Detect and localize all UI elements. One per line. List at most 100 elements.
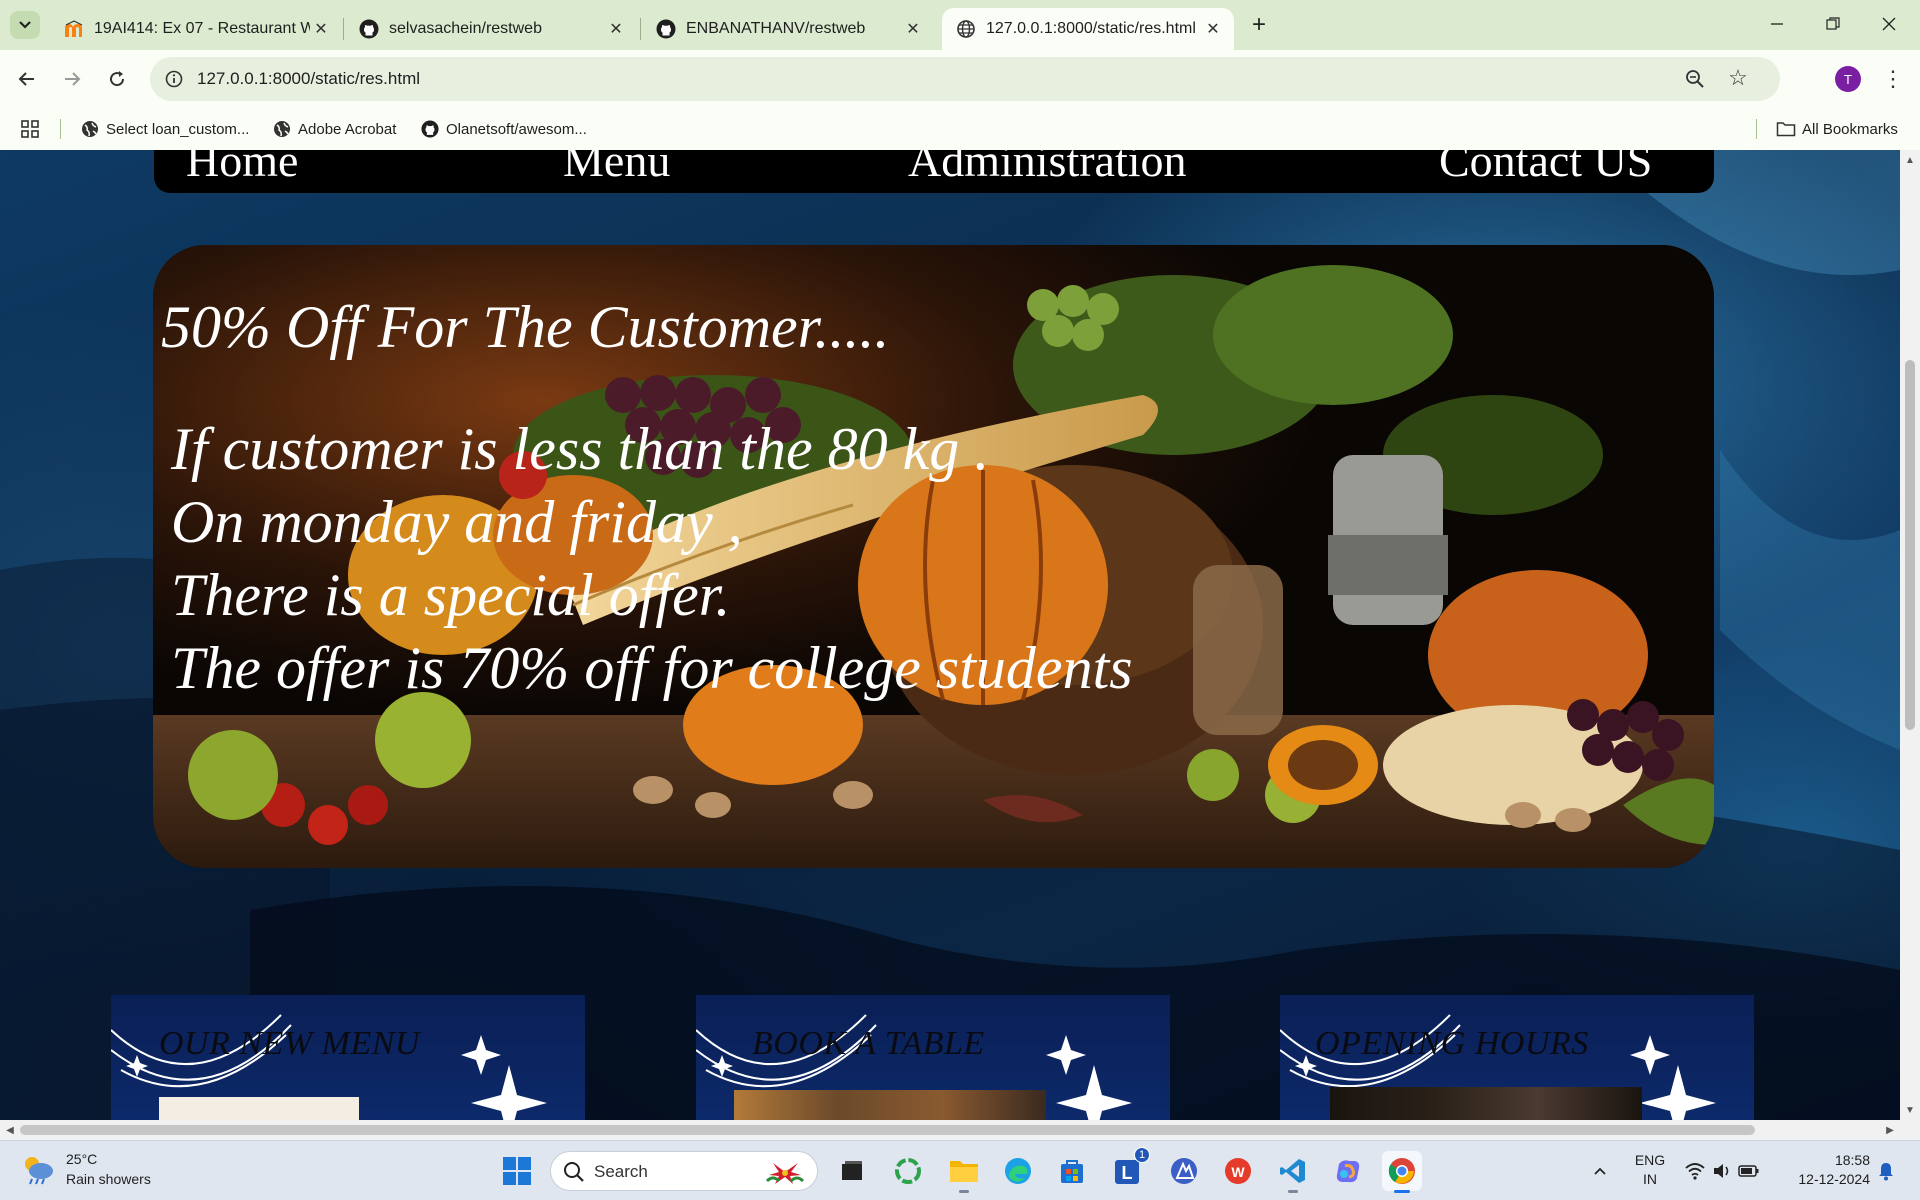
tab-selvasachein[interactable]: selvasachein/restweb ✕: [345, 8, 637, 50]
taskbar-search[interactable]: Search: [550, 1151, 818, 1191]
wifi-icon: [1685, 1163, 1705, 1180]
poinsettia-icon: [765, 1163, 805, 1184]
bookmark-label: Select loan_custom...: [106, 120, 250, 138]
nav-link-home[interactable]: Home: [186, 150, 298, 184]
language-indicator[interactable]: ENG IN: [1628, 1151, 1672, 1189]
close-icon[interactable]: ✕: [1202, 18, 1224, 40]
folder-icon: [950, 1161, 978, 1182]
taskbar-file-explorer[interactable]: [944, 1151, 984, 1193]
all-bookmarks-button[interactable]: All Bookmarks: [1776, 115, 1898, 143]
zoom-icon[interactable]: [1682, 66, 1708, 92]
bell-icon: [1879, 1163, 1893, 1181]
scroll-right-arrow-icon[interactable]: ▶: [1884, 1124, 1896, 1136]
reload-button[interactable]: [100, 62, 134, 96]
site-info-icon[interactable]: [162, 67, 186, 91]
nav-link-menu[interactable]: Menu: [563, 150, 670, 184]
forward-button[interactable]: [55, 62, 89, 96]
nav-link-administration[interactable]: Administration: [908, 150, 1187, 184]
bookmark-select-loan[interactable]: Select loan_custom...: [80, 115, 249, 143]
volume-icon: [1714, 1164, 1729, 1178]
taskbar-app-cycle[interactable]: [888, 1151, 928, 1191]
close-icon[interactable]: ✕: [310, 18, 332, 40]
card-book-a-table[interactable]: BOOK A TABLE: [696, 995, 1170, 1120]
taskbar-vscode[interactable]: [1273, 1151, 1313, 1193]
taskbar-chrome[interactable]: [1382, 1151, 1422, 1193]
table-setting-thumbnail: [734, 1090, 1046, 1120]
language-region: IN: [1643, 1171, 1657, 1187]
close-icon[interactable]: ✕: [902, 18, 924, 40]
restore-button[interactable]: [1810, 8, 1856, 40]
start-button[interactable]: [497, 1151, 537, 1191]
nav-link-contact-us[interactable]: Contact US: [1439, 150, 1652, 184]
scroll-down-arrow-icon[interactable]: ▼: [1904, 1104, 1916, 1116]
show-hidden-icons-button[interactable]: [1585, 1151, 1615, 1191]
browser-window: 19AI414: Ex 07 - Restaurant We ✕ selvasa…: [0, 0, 1920, 1140]
menu-dish-thumbnail: [159, 1097, 359, 1120]
browser-toolbar: 127.0.0.1:8000/static/res.html ☆ T ⋮: [0, 50, 1920, 108]
taskbar-copilot-app[interactable]: [1164, 1151, 1204, 1191]
card-our-new-menu[interactable]: OUR NEW MENU: [111, 995, 585, 1120]
back-button[interactable]: [10, 62, 44, 96]
bookmark-label: Olanetsoft/awesom...: [446, 120, 587, 138]
github-icon: [656, 19, 676, 39]
hero-title: 50% Off For The Customer.....: [161, 294, 890, 360]
store-icon: [1061, 1160, 1083, 1183]
globe-icon: [272, 119, 292, 139]
tab-moodle[interactable]: 19AI414: Ex 07 - Restaurant We ✕: [50, 8, 342, 50]
network-volume-battery[interactable]: [1682, 1151, 1762, 1191]
tab-res-html[interactable]: 127.0.0.1:8000/static/res.html ✕: [942, 8, 1234, 50]
arrow-right-icon: [65, 72, 81, 86]
copilot-icon: [1336, 1160, 1360, 1183]
bookmark-star-icon[interactable]: ☆: [1724, 64, 1752, 92]
scroll-up-arrow-icon[interactable]: ▲: [1904, 154, 1916, 166]
new-tab-button[interactable]: +: [1245, 11, 1273, 39]
card-opening-hours[interactable]: OPENING HOURS: [1280, 995, 1754, 1120]
wps-office-icon: W: [1225, 1158, 1251, 1184]
weather-temperature: 25°C: [66, 1151, 98, 1167]
url-text[interactable]: 127.0.0.1:8000/static/res.html: [197, 69, 420, 89]
tab-title: 127.0.0.1:8000/static/res.html: [986, 20, 1196, 37]
vscode-icon: [1280, 1159, 1305, 1183]
tab-title: ENBANATHANV/restweb: [686, 20, 866, 37]
chevron-down-icon: [19, 21, 31, 29]
globe-icon: [956, 19, 976, 39]
taskbar-store[interactable]: [1052, 1151, 1092, 1191]
horizontal-scrollbar[interactable]: ◀ ▶: [0, 1120, 1900, 1140]
close-icon[interactable]: ✕: [605, 18, 627, 40]
tab-enbanathanv[interactable]: ENBANATHANV/restweb ✕: [642, 8, 934, 50]
minimize-button[interactable]: [1754, 8, 1800, 40]
horizontal-scrollbar-thumb[interactable]: [20, 1125, 1755, 1135]
svg-text:W: W: [1231, 1164, 1245, 1180]
menu-kebab-icon[interactable]: ⋮: [1880, 63, 1906, 95]
taskbar-copilot[interactable]: [1328, 1151, 1368, 1191]
bookmark-label: Adobe Acrobat: [298, 120, 397, 138]
hero-offer-line: The offer is 70% off for college student…: [171, 635, 1133, 701]
taskbar-edge[interactable]: [998, 1151, 1038, 1191]
vertical-scrollbar-thumb[interactable]: [1905, 360, 1915, 730]
taskbar-l-app[interactable]: L 1: [1108, 1147, 1150, 1191]
edge-icon: [1005, 1158, 1031, 1184]
clock-time: 18:58: [1834, 1152, 1870, 1168]
clock[interactable]: 18:58 12-12-2024: [1780, 1151, 1870, 1189]
green-ring-icon: [895, 1158, 921, 1184]
close-window-button[interactable]: [1866, 8, 1912, 40]
apps-button[interactable]: [20, 115, 40, 143]
globe-icon: [80, 119, 100, 139]
notifications-button[interactable]: [1872, 1151, 1900, 1191]
profile-avatar[interactable]: T: [1835, 66, 1861, 92]
address-bar[interactable]: 127.0.0.1:8000/static/res.html ☆: [150, 57, 1780, 101]
bookmark-adobe-acrobat[interactable]: Adobe Acrobat: [272, 115, 396, 143]
rain-cloud-icon: [25, 1157, 53, 1185]
scroll-left-arrow-icon[interactable]: ◀: [4, 1124, 16, 1136]
running-indicator: [959, 1190, 969, 1193]
task-view-button[interactable]: [832, 1151, 872, 1191]
vertical-scrollbar[interactable]: ▲ ▼: [1900, 150, 1920, 1120]
svg-text:L: L: [1122, 1163, 1133, 1183]
tab-title: 19AI414: Ex 07 - Restaurant We: [94, 20, 310, 37]
weather-widget[interactable]: 25°C Rain showers: [20, 1149, 151, 1189]
taskbar-wps[interactable]: W: [1218, 1151, 1258, 1191]
tab-search-button[interactable]: [10, 11, 40, 39]
windows-taskbar: 25°C Rain showers Search L 1 W ENG IN 18…: [0, 1140, 1920, 1200]
bookmark-olanetsoft[interactable]: Olanetsoft/awesom...: [420, 115, 587, 143]
arrow-left-icon: [18, 72, 34, 86]
